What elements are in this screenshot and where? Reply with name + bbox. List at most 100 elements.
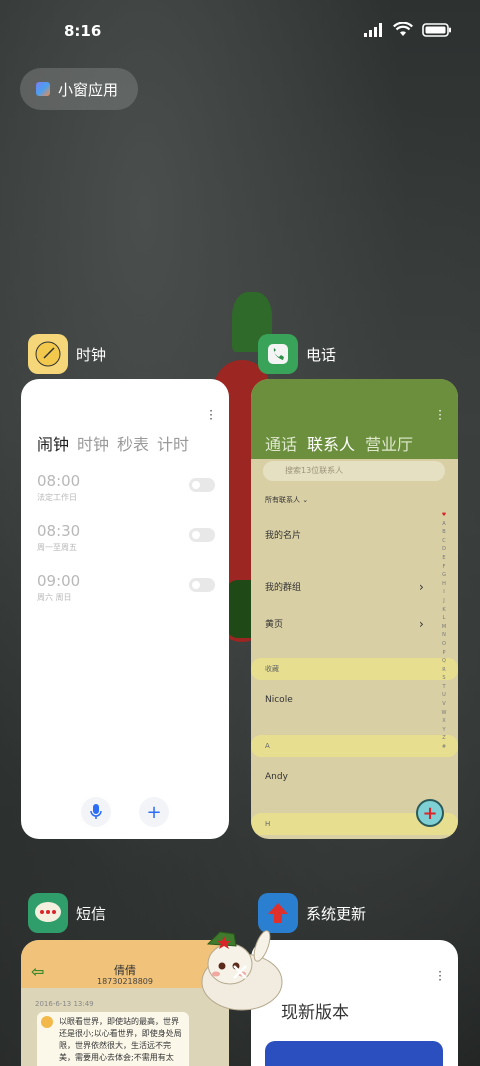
index-letter[interactable]: Z xyxy=(442,734,445,743)
small-window-label: 小窗应用 xyxy=(58,80,119,99)
more-options-icon[interactable]: · · · xyxy=(438,405,442,425)
index-letter[interactable]: W xyxy=(442,709,447,718)
yellow-pages-row[interactable]: 黄页 xyxy=(265,617,283,630)
bunny-sticker-close-button[interactable] xyxy=(190,924,290,1016)
sender-avatar xyxy=(41,1016,53,1028)
alarm-repeat: 周六 周日 xyxy=(37,593,72,602)
alarm-item[interactable]: 09:00 周六 周日 xyxy=(37,572,215,603)
index-letter[interactable]: G xyxy=(442,571,446,580)
index-letter[interactable]: O xyxy=(442,640,446,649)
phone-app-card[interactable]: · · · 通话 联系人 营业厅 搜索13位联系人 所有联系人 ⌄ 我的名片 我的群… xyxy=(251,379,458,839)
index-letter[interactable]: Q xyxy=(442,657,446,666)
tab-clock[interactable]: 时钟 xyxy=(77,431,109,455)
phone-tabs: 通话 联系人 营业厅 xyxy=(265,431,413,455)
index-letter[interactable]: I xyxy=(443,588,444,597)
alarm-repeat: 周一至周五 xyxy=(37,543,77,552)
alarm-repeat: 法定工作日 xyxy=(37,493,77,502)
tab-alarm[interactable]: 闹钟 xyxy=(37,431,69,455)
index-letter[interactable]: M xyxy=(442,623,446,632)
index-letter[interactable]: U xyxy=(442,691,446,700)
index-letter[interactable]: B xyxy=(442,528,445,537)
chevron-right-icon: › xyxy=(419,617,424,631)
battery-icon xyxy=(422,22,451,37)
mic-icon xyxy=(90,804,102,819)
phone-app-name: 电话 xyxy=(306,345,337,364)
index-letter[interactable]: R xyxy=(442,666,445,675)
favorites-section-header: 收藏 xyxy=(251,658,458,680)
phone-app-icon xyxy=(258,334,298,374)
more-options-icon[interactable]: · · · xyxy=(209,405,213,425)
section-header-a: A xyxy=(251,735,458,757)
index-letter[interactable]: K xyxy=(442,606,445,615)
alarm-time: 08:30 xyxy=(37,522,81,540)
plus-icon: + xyxy=(146,801,162,823)
alarm-toggle[interactable] xyxy=(189,478,215,492)
update-app-name: 系统更新 xyxy=(306,904,367,923)
tab-stopwatch[interactable]: 秒表 xyxy=(117,431,149,455)
clock-app-label[interactable]: 时钟 xyxy=(28,334,106,374)
contact-row[interactable]: Andy xyxy=(265,772,288,782)
update-headline: 现新版本 xyxy=(281,1003,349,1023)
tab-service-hall[interactable]: 营业厅 xyxy=(365,431,413,455)
status-icons xyxy=(364,22,452,37)
index-letter[interactable]: N xyxy=(442,631,446,640)
small-window-icon xyxy=(36,82,50,96)
index-letter[interactable]: C xyxy=(442,537,446,546)
alarm-time: 08:00 xyxy=(37,472,81,490)
index-letter[interactable]: Y xyxy=(442,726,445,735)
sms-message-bubble[interactable]: 以眼看世界，即使站的最高，世界还是很小;以心看世界，即使身处局限，世界依然很大，… xyxy=(37,1012,189,1066)
index-letter[interactable]: X xyxy=(442,717,445,726)
index-letter[interactable]: T xyxy=(442,683,445,692)
small-window-apps-button[interactable]: 小窗应用 xyxy=(20,68,138,110)
clock-tabs: 闹钟 时钟 秒表 计时 xyxy=(37,431,189,455)
wifi-icon xyxy=(393,22,413,36)
sms-message-text: 以眼看世界，即使站的最高，世界还是很小;以心看世界，即使身处局限，世界依然很大，… xyxy=(59,1017,182,1062)
add-alarm-button[interactable]: + xyxy=(139,797,169,827)
index-letter[interactable]: L xyxy=(443,614,446,623)
index-letter[interactable]: F xyxy=(443,563,446,572)
index-letter[interactable]: D xyxy=(442,545,446,554)
voice-alarm-button[interactable] xyxy=(81,797,111,827)
index-letter[interactable]: A xyxy=(442,520,445,529)
sms-app-label[interactable]: 短信 xyxy=(28,893,106,933)
contact-row[interactable]: Nicole xyxy=(265,695,293,705)
sms-app-name: 短信 xyxy=(76,904,107,923)
index-letter[interactable]: P xyxy=(442,649,445,658)
index-letter[interactable]: J xyxy=(443,597,444,606)
alarm-toggle[interactable] xyxy=(189,578,215,592)
tab-contacts[interactable]: 联系人 xyxy=(307,431,355,455)
alphabet-index-bar[interactable]: ♥ A B C D E F G H I J K L M N O P Q R S T U V W X Y Z # xyxy=(440,511,448,752)
index-letter[interactable]: V xyxy=(442,700,445,709)
tab-calls[interactable]: 通话 xyxy=(265,431,297,455)
alarm-time: 09:00 xyxy=(37,572,81,590)
index-letter[interactable]: S xyxy=(442,674,445,683)
contact-filter-label: 所有联系人 xyxy=(265,496,300,504)
signal-icon xyxy=(364,22,382,37)
chevron-right-icon: › xyxy=(419,580,424,594)
index-letter[interactable]: E xyxy=(442,554,445,563)
clock-app-icon xyxy=(28,334,68,374)
contact-search-placeholder: 搜索13位联系人 xyxy=(285,466,344,475)
alarm-item[interactable]: 08:30 周一至周五 xyxy=(37,522,215,553)
my-groups-row[interactable]: 我的群组 xyxy=(265,580,301,593)
index-letter[interactable]: ♥ xyxy=(442,511,446,520)
plus-icon: + xyxy=(422,802,438,824)
phone-app-label[interactable]: 电话 xyxy=(258,334,336,374)
tab-timer[interactable]: 计时 xyxy=(157,431,189,455)
my-card-row[interactable]: 我的名片 xyxy=(265,528,301,541)
add-contact-button[interactable]: + xyxy=(416,799,444,827)
alarm-item[interactable]: 08:00 法定工作日 xyxy=(37,472,215,503)
contact-filter-dropdown[interactable]: 所有联系人 ⌄ xyxy=(265,495,308,505)
alarm-toggle[interactable] xyxy=(189,528,215,542)
sms-app-icon xyxy=(28,893,68,933)
clock-app-card[interactable]: · · · 闹钟 时钟 秒表 计时 08:00 法定工作日 08:30 周一至周五 … xyxy=(21,379,229,839)
clock-app-name: 时钟 xyxy=(76,345,107,364)
status-bar: 8:16 xyxy=(0,0,480,62)
contact-search-input[interactable]: 搜索13位联系人 xyxy=(263,461,445,481)
index-letter[interactable]: H xyxy=(442,580,446,589)
more-options-icon[interactable]: · · · xyxy=(438,966,442,986)
update-banner xyxy=(265,1041,443,1066)
status-time: 8:16 xyxy=(64,22,102,40)
sms-date: 2016-6-13 13:49 xyxy=(35,1000,94,1008)
index-letter[interactable]: # xyxy=(442,743,446,752)
